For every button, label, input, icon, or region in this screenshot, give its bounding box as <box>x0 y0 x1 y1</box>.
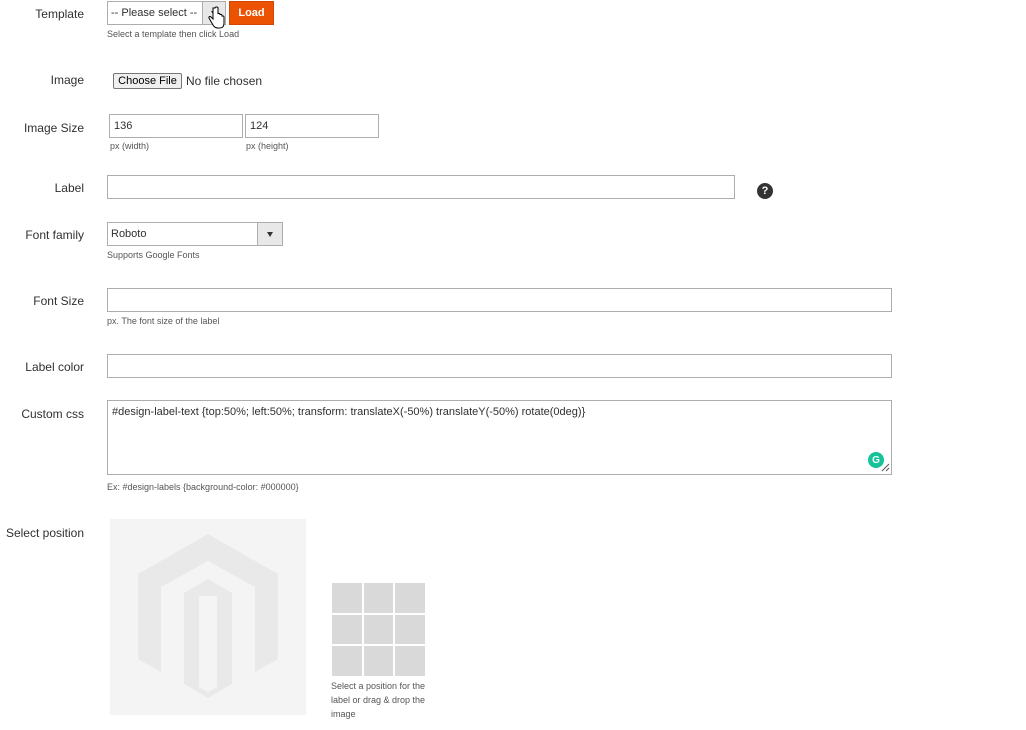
file-status: No file chosen <box>186 74 263 88</box>
position-cell-bottom-center[interactable] <box>363 646 394 676</box>
position-cell-bottom-right[interactable] <box>395 646 425 676</box>
font-family-label: Font family <box>25 228 84 242</box>
position-grid <box>332 583 425 676</box>
chevron-down-icon <box>257 223 282 245</box>
image-width-input[interactable] <box>109 114 243 138</box>
product-image-preview[interactable] <box>110 519 306 715</box>
image-label: Image <box>50 73 84 87</box>
width-note: px (width) <box>110 141 150 151</box>
template-label: Template <box>35 7 84 21</box>
help-icon[interactable]: ? <box>757 183 773 199</box>
font-size-label: Font Size <box>33 294 84 308</box>
select-position-note: Select a position for the label or drag … <box>331 681 426 719</box>
position-cell-top-center[interactable] <box>363 583 394 613</box>
custom-css-label: Custom css <box>21 407 84 421</box>
font-size-note: px. The font size of the label <box>107 316 220 326</box>
position-cell-top-right[interactable] <box>395 583 425 613</box>
position-cell-bottom-left[interactable] <box>332 646 362 676</box>
position-cell-middle-right[interactable] <box>395 614 425 645</box>
label-color-label: Label color <box>25 360 84 374</box>
custom-css-note: Ex: #design-labels {background-color: #0… <box>107 482 299 492</box>
label-color-input[interactable] <box>107 354 892 378</box>
hand-cursor-icon <box>208 6 225 29</box>
resize-handle-icon[interactable] <box>881 463 890 472</box>
label-input[interactable] <box>107 175 735 199</box>
template-select-value: -- Please select -- <box>111 7 198 19</box>
image-height-input[interactable] <box>245 114 379 138</box>
font-family-value: Roboto <box>111 228 147 240</box>
font-size-input[interactable] <box>107 288 892 312</box>
custom-css-textarea[interactable]: #design-label-text {top:50%; left:50%; t… <box>107 400 892 475</box>
height-note: px (height) <box>246 141 289 151</box>
template-note: Select a template then click Load <box>107 29 240 39</box>
image-size-label: Image Size <box>23 121 84 135</box>
select-position-label: Select position <box>5 526 84 540</box>
choose-file-button[interactable]: Choose File <box>113 73 182 89</box>
position-cell-top-left[interactable] <box>332 583 362 613</box>
load-button[interactable]: Load <box>229 1 274 25</box>
magento-logo-icon <box>138 534 278 698</box>
position-cell-middle-left[interactable] <box>332 614 362 645</box>
font-family-select[interactable]: Roboto <box>107 222 283 246</box>
label-field-label: Label <box>54 181 84 195</box>
font-family-note: Supports Google Fonts <box>107 250 200 260</box>
position-cell-middle-center[interactable] <box>363 614 394 645</box>
